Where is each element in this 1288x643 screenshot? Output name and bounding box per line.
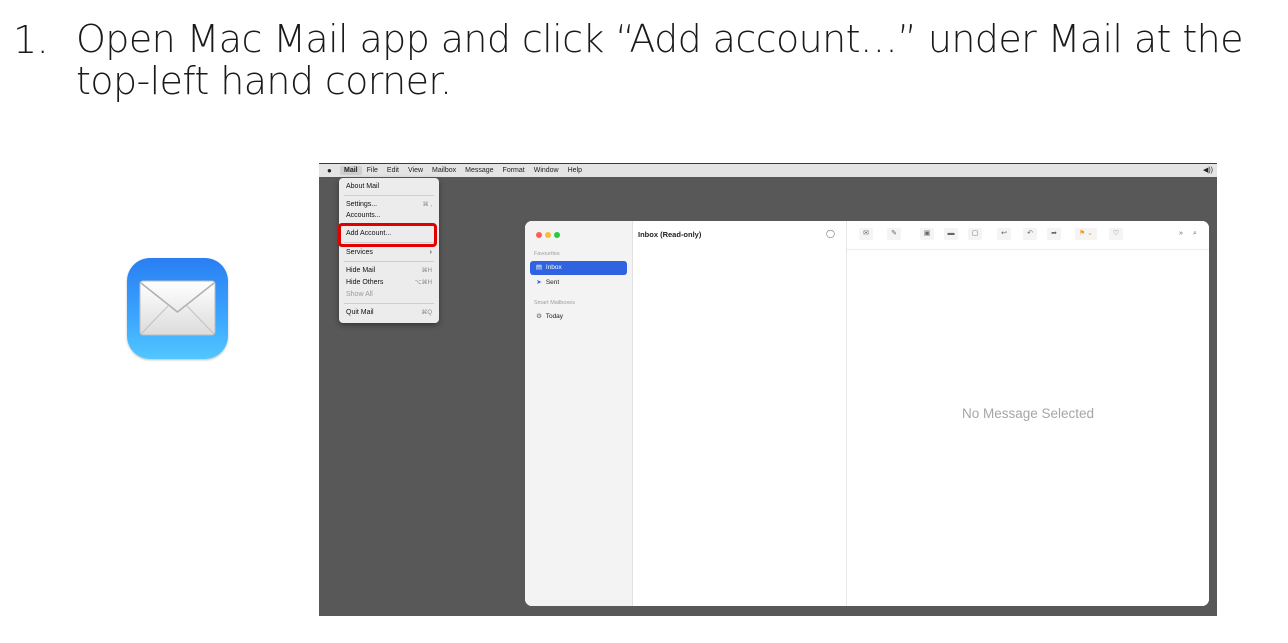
- volume-icon[interactable]: ◀)): [1203, 166, 1213, 174]
- menu-mailbox[interactable]: Mailbox: [432, 167, 456, 174]
- forward-icon[interactable]: ➦: [1047, 228, 1061, 240]
- menu-file[interactable]: File: [367, 167, 378, 174]
- menu-help[interactable]: Help: [568, 167, 582, 174]
- shortcut-label: ⌘H: [421, 268, 432, 274]
- mail-screenshot: ● Mail File Edit View Mailbox Message Fo…: [319, 163, 1217, 616]
- sidebar-item-today[interactable]: ⚙ Today: [530, 310, 627, 324]
- menu-edit[interactable]: Edit: [387, 167, 399, 174]
- reading-pane: ✉ ✎ ▣ ▬ ▢ ↩ ↶ ➦ ⚑ ⌄ ♡ » ⌕ No Message Sel…: [847, 221, 1209, 606]
- favourites-heading: Favourites: [534, 251, 560, 257]
- menu-item-about-mail[interactable]: About Mail: [346, 182, 432, 192]
- more-toolbar-icon[interactable]: »: [1174, 228, 1188, 240]
- filter-icon[interactable]: ◯: [826, 229, 835, 238]
- search-icon[interactable]: ⌕: [1188, 228, 1202, 240]
- mail-window: Favourites ▤ Inbox ➤ Sent Smart Mailboxe…: [525, 221, 1209, 606]
- archive-icon[interactable]: ▣: [920, 228, 934, 240]
- smart-mailboxes-heading: Smart Mailboxes: [534, 300, 575, 306]
- close-button[interactable]: [536, 232, 542, 238]
- reply-icon[interactable]: ↩: [997, 228, 1011, 240]
- toolbar: ✉ ✎ ▣ ▬ ▢ ↩ ↶ ➦ ⚑ ⌄ ♡ » ⌕: [847, 221, 1209, 250]
- step-instruction: Open Mac Mail app and click “Add account…: [76, 17, 1244, 103]
- menu-item-settings[interactable]: Settings... ⌘ ,: [346, 200, 432, 210]
- window-controls: [536, 232, 560, 238]
- menu-window[interactable]: Window: [534, 167, 559, 174]
- menu-item-quit-mail[interactable]: Quit Mail ⌘Q: [346, 308, 432, 318]
- menu-separator: [344, 303, 434, 304]
- sidebar-item-inbox[interactable]: ▤ Inbox: [530, 261, 627, 275]
- menu-separator: [344, 195, 434, 196]
- junk-icon[interactable]: ▢: [968, 228, 982, 240]
- message-list: Inbox (Read-only) ◯: [633, 221, 847, 606]
- sidebar-item-sent[interactable]: ➤ Sent: [530, 276, 627, 290]
- menu-bar: ● Mail File Edit View Mailbox Message Fo…: [319, 163, 1217, 177]
- mail-app-icon: [127, 258, 228, 359]
- trash-icon[interactable]: ▬: [944, 228, 958, 240]
- menu-message[interactable]: Message: [465, 167, 493, 174]
- menu-item-label: Settings...: [346, 201, 378, 208]
- minimize-button[interactable]: [545, 232, 551, 238]
- gear-icon: ⚙: [536, 313, 542, 320]
- flag-icon[interactable]: ⚑ ⌄: [1075, 228, 1097, 240]
- menu-item-label: Hide Mail: [346, 267, 376, 274]
- menu-item-hide-mail[interactable]: Hide Mail ⌘H: [346, 266, 432, 276]
- compose-icon[interactable]: ✎: [887, 228, 901, 240]
- sidebar-item-label: Today: [545, 313, 564, 320]
- step-number: 1.: [13, 18, 49, 62]
- menu-item-label: Quit Mail: [346, 309, 374, 316]
- paper-plane-icon: ➤: [536, 279, 542, 286]
- bell-icon[interactable]: ♡: [1109, 228, 1123, 240]
- reply-all-icon[interactable]: ↶: [1023, 228, 1037, 240]
- menu-view[interactable]: View: [408, 167, 423, 174]
- get-mail-icon[interactable]: ✉: [859, 228, 873, 240]
- menu-item-label: About Mail: [346, 183, 380, 190]
- add-account-highlight-box: [338, 223, 437, 247]
- mailbox-sidebar: Favourites ▤ Inbox ➤ Sent Smart Mailboxe…: [525, 221, 633, 606]
- menu-format[interactable]: Format: [503, 167, 525, 174]
- zoom-button[interactable]: [554, 232, 560, 238]
- inbox-icon: ▤: [535, 264, 543, 271]
- menu-item-accounts[interactable]: Accounts...: [346, 211, 432, 221]
- empty-state-text: No Message Selected: [961, 406, 1095, 421]
- menu-item-services[interactable]: Services ›: [346, 248, 432, 258]
- shortcut-label: ⌘ ,: [422, 202, 432, 208]
- menu-item-label: Show All: [346, 291, 373, 298]
- envelope-icon: [139, 280, 216, 336]
- menu-item-label: Hide Others: [346, 279, 384, 286]
- menu-item-hide-others[interactable]: Hide Others ⌥⌘H: [346, 278, 432, 288]
- shortcut-label: ⌘Q: [421, 310, 432, 316]
- menu-item-label: Accounts...: [346, 212, 381, 219]
- chevron-right-icon: ›: [429, 249, 432, 256]
- menu-mail[interactable]: Mail: [340, 166, 362, 175]
- mail-menu-dropdown: About Mail Settings... ⌘ , Accounts... Ad…: [339, 178, 439, 323]
- sidebar-item-label: Inbox: [545, 264, 562, 271]
- shortcut-label: ⌥⌘H: [414, 280, 432, 286]
- sidebar-item-label: Sent: [545, 279, 560, 286]
- mailbox-title: Inbox (Read-only): [638, 230, 702, 239]
- menu-item-label: Services: [346, 249, 373, 256]
- menu-item-show-all: Show All: [346, 290, 432, 300]
- apple-menu-icon[interactable]: ●: [327, 166, 335, 175]
- menu-separator: [344, 261, 434, 262]
